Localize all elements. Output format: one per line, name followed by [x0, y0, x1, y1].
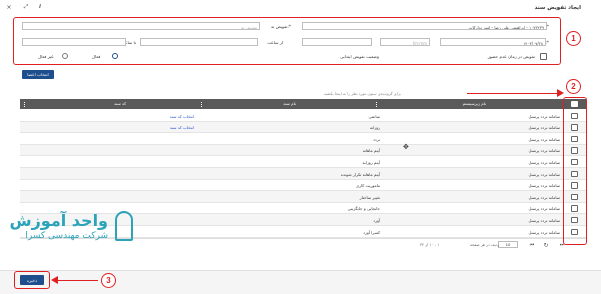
table-row[interactable]: سامانه تردد پرسنل آیتم ماهانه تکرار شونده	[20, 168, 586, 180]
header-menu-icon[interactable]	[201, 101, 202, 107]
select-code-link[interactable]: انتخاب کد سند	[170, 114, 194, 119]
watermark-logo: واحد آموزش شرکت مهندسی کسرا	[8, 208, 138, 252]
watermark-emblem	[115, 211, 133, 241]
info-icon[interactable]: i	[36, 3, 44, 11]
cell-document-name: تردد	[373, 136, 380, 142]
annotation-arrow-2	[467, 92, 559, 95]
cell-document-name: آورد	[373, 217, 380, 223]
cell-document-name: آیتم ماهانه	[362, 148, 380, 154]
table-header: نام زیرسیستم نام سند کد سند	[20, 99, 586, 109]
cell-subsystem: سامانه تردد پرسنل	[528, 183, 560, 189]
table-row[interactable]: سامانه تردد پرسنل ساعتی انتخاب کد سند	[20, 110, 586, 122]
cell-subsystem: سامانه تردد پرسنل	[528, 113, 560, 119]
watermark-subtitle: شرکت مهندسی کسرا	[25, 231, 108, 241]
table-row[interactable]: سامانه تردد پرسنل تغییر ساختار	[20, 191, 586, 203]
cell-subsystem: سامانه تردد پرسنل	[528, 229, 560, 235]
expand-icon[interactable]: ⤢	[22, 3, 30, 11]
refresh-icon[interactable]: ↻	[542, 241, 550, 249]
first-page-icon[interactable]: ⏮	[528, 241, 536, 249]
header-document-name[interactable]: نام سند	[283, 102, 296, 106]
cell-document-name: جابجایی و جایگزینی	[347, 206, 380, 212]
header-menu-icon[interactable]	[376, 101, 377, 107]
cell-document-name: ساعتی	[368, 113, 381, 119]
cell-subsystem: سامانه تردد پرسنل	[528, 206, 560, 212]
table-row[interactable]: سامانه تردد پرسنل آیتم ماهانه	[20, 144, 586, 157]
table-row[interactable]: سامانه تردد پرسنل آیتم روزانه	[20, 156, 586, 168]
select-members-button[interactable]: انتخاب اعضا	[22, 70, 54, 79]
header-document-code[interactable]: کد سند	[114, 102, 126, 106]
table-row[interactable]: سامانه تردد پرسنل ماموریت کاری	[20, 180, 586, 192]
cell-subsystem: سامانه تردد پرسنل	[528, 217, 560, 223]
cell-document-name: تغییر ساختار	[359, 194, 380, 200]
close-icon[interactable]: ×	[5, 3, 13, 11]
cursor-icon: ✥	[403, 143, 409, 151]
dialog-title: ایجاد تفویض سند	[534, 5, 581, 11]
cell-subsystem: سامانه تردد پرسنل	[528, 125, 560, 131]
page-size-select[interactable]: 10	[498, 241, 518, 248]
cell-subsystem: سامانه تردد پرسنل	[528, 136, 560, 142]
cell-subsystem: سامانه تردد پرسنل	[528, 194, 560, 200]
annotation-3: 3	[101, 273, 116, 288]
page-size-label: ردیف در هر صفحه	[470, 242, 500, 247]
cell-document-name: آیتم ماهانه تکرار شونده	[340, 171, 380, 177]
select-code-link[interactable]: انتخاب کد سند	[170, 125, 194, 130]
page-info: ۱ - ۱۰ از ۳۴	[420, 242, 440, 247]
annotation-box-3	[14, 271, 50, 289]
annotation-arrowhead-3	[51, 276, 58, 284]
annotation-box-1	[13, 17, 561, 65]
cell-subsystem: سامانه تردد پرسنل	[528, 171, 560, 177]
cell-document-name: آیتم روزانه	[362, 159, 380, 165]
watermark-title: واحد آموزش	[9, 211, 108, 230]
annotation-arrow-3	[58, 279, 98, 282]
annotation-arrowhead-2	[557, 89, 564, 97]
table-row[interactable]: سامانه تردد پرسنل روزانه انتخاب کد سند	[20, 121, 586, 134]
annotation-box-2	[563, 97, 587, 245]
header-subsystem[interactable]: نام زیرسیستم	[463, 102, 486, 106]
annotation-1: 1	[566, 31, 581, 46]
dialog-footer	[0, 270, 601, 294]
cell-document-name: کسرا آورد	[363, 229, 380, 235]
cell-subsystem: سامانه تردد پرسنل	[528, 159, 560, 165]
table-row[interactable]: سامانه تردد پرسنل تردد	[20, 133, 586, 145]
cell-subsystem: سامانه تردد پرسنل	[528, 148, 560, 154]
annotation-2: 2	[566, 79, 581, 94]
cell-document-name: ماموریت کاری	[356, 183, 380, 189]
header-menu-icon[interactable]	[24, 101, 25, 107]
group-by-hint: برای گروه‌بندی ستون مورد نظر را به اینجا…	[323, 91, 401, 96]
cell-document-name: روزانه	[369, 125, 380, 131]
